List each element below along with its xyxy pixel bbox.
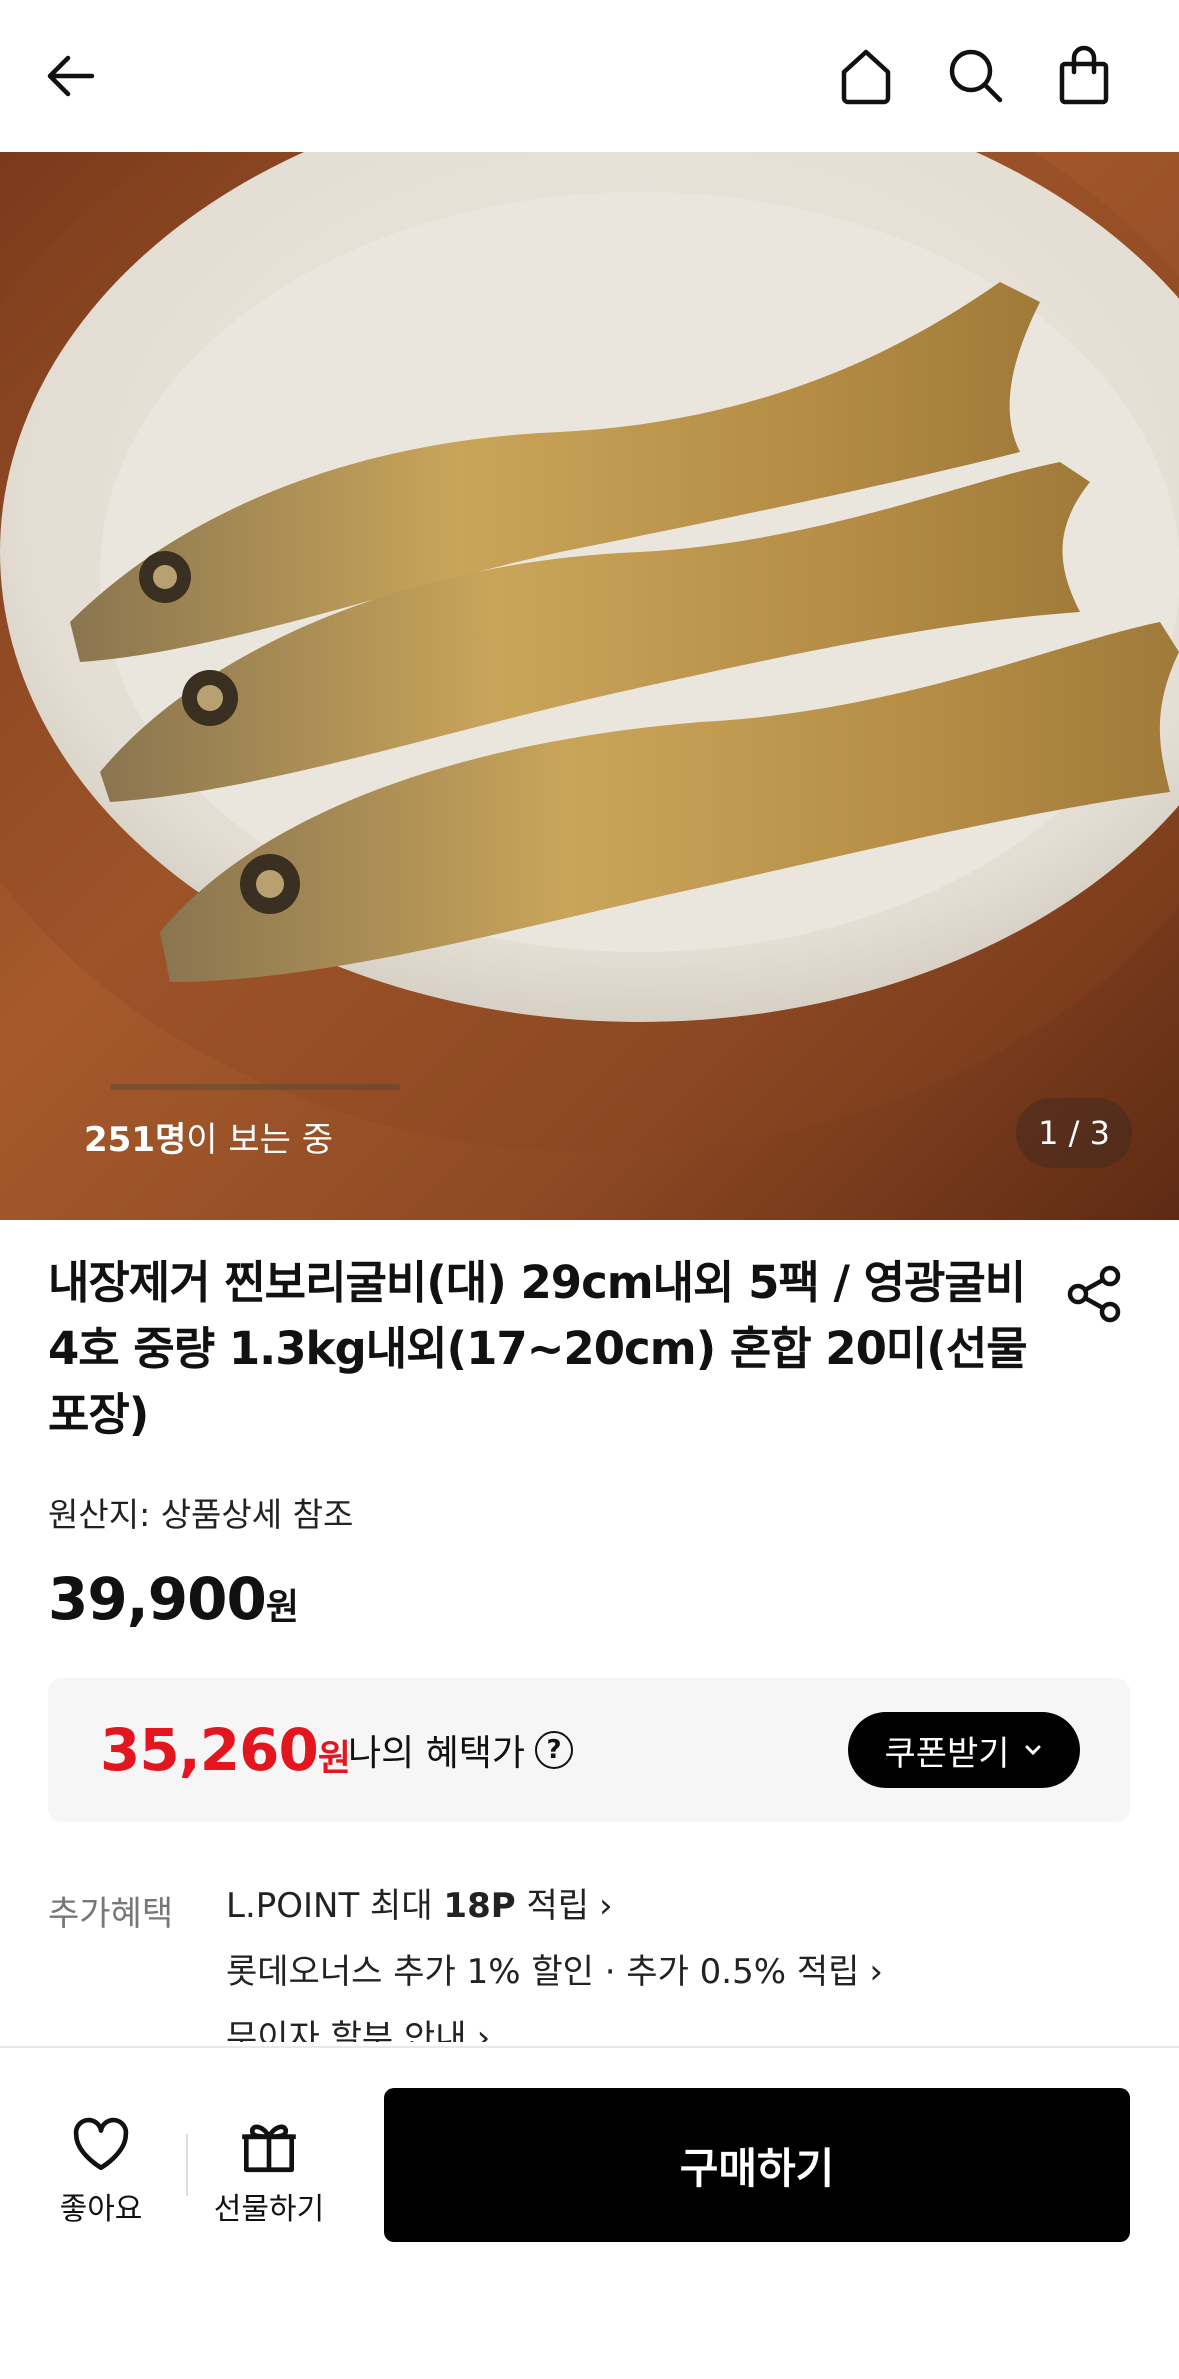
extra-benefits-label: 추가혜택 [48, 1894, 174, 1934]
search-icon [949, 49, 1003, 103]
home-button[interactable] [830, 40, 902, 112]
get-coupon-button[interactable]: 쿠폰받기 [848, 1712, 1080, 1788]
benefit-item-lpoint[interactable]: L.POINT 최대 18P 적립 › [226, 1886, 883, 1952]
like-button[interactable]: 좋아요 [26, 2112, 176, 2228]
share-icon[interactable] [1062, 1262, 1126, 1326]
divider [186, 2134, 188, 2196]
search-button[interactable] [940, 40, 1012, 112]
chevron-right-icon: › [476, 2018, 491, 2042]
carousel-progress [110, 1084, 400, 1090]
product-title: 내장제거 찐보리굴비(대) 29cm내외 5팩 / 영광굴비 4호 중량 1.3… [48, 1256, 1028, 1441]
viewer-count: 251명이 보는 중 [84, 1120, 334, 1160]
origin-info: 원산지: 상품상세 참조 [48, 1495, 354, 1534]
benefit-price-box: 35,260원 나의 혜택가 ? 쿠폰받기 [48, 1678, 1130, 1822]
help-icon[interactable]: ? [535, 1731, 574, 1769]
benefit-label: 나의 혜택가 ? [348, 1724, 574, 1776]
benefit-item-installment[interactable]: 무이자 할부 안내 › [226, 2018, 883, 2042]
top-app-bar [0, 0, 1179, 152]
product-image-carousel[interactable]: 251명이 보는 중 1 / 3 [0, 152, 1179, 1220]
arrow-left-icon [47, 55, 95, 97]
extra-benefits-list: L.POINT 최대 18P 적립 › 롯데오너스 추가 1% 할인 · 추가 0… [226, 1886, 883, 2042]
shopping-bag-icon [1059, 45, 1109, 105]
chevron-down-icon [1025, 1745, 1041, 1756]
list-price: 39,900원 [48, 1565, 299, 1633]
product-photo [0, 152, 1179, 1152]
chevron-right-icon: › [599, 1886, 613, 1926]
gift-button[interactable]: 선물하기 [194, 2112, 344, 2228]
back-button[interactable] [36, 40, 108, 112]
extra-benefits-section: 추가혜택 L.POINT 최대 18P 적립 › 롯데오너스 추가 1% 할인 ·… [0, 1880, 1179, 2042]
benefit-price: 35,260원 [100, 1716, 351, 1784]
home-icon [841, 49, 891, 105]
gift-icon [242, 2124, 296, 2173]
heart-icon [73, 2117, 129, 2171]
chevron-right-icon: › [869, 1952, 884, 1992]
cart-button[interactable] [1048, 40, 1120, 112]
bottom-action-bar: 좋아요 선물하기 구매하기 [0, 2046, 1179, 2379]
image-counter: 1 / 3 [1016, 1098, 1132, 1168]
buy-button[interactable]: 구매하기 [384, 2088, 1130, 2242]
benefit-item-lotte-owners[interactable]: 롯데오너스 추가 1% 할인 · 추가 0.5% 적립 › [226, 1952, 883, 2018]
